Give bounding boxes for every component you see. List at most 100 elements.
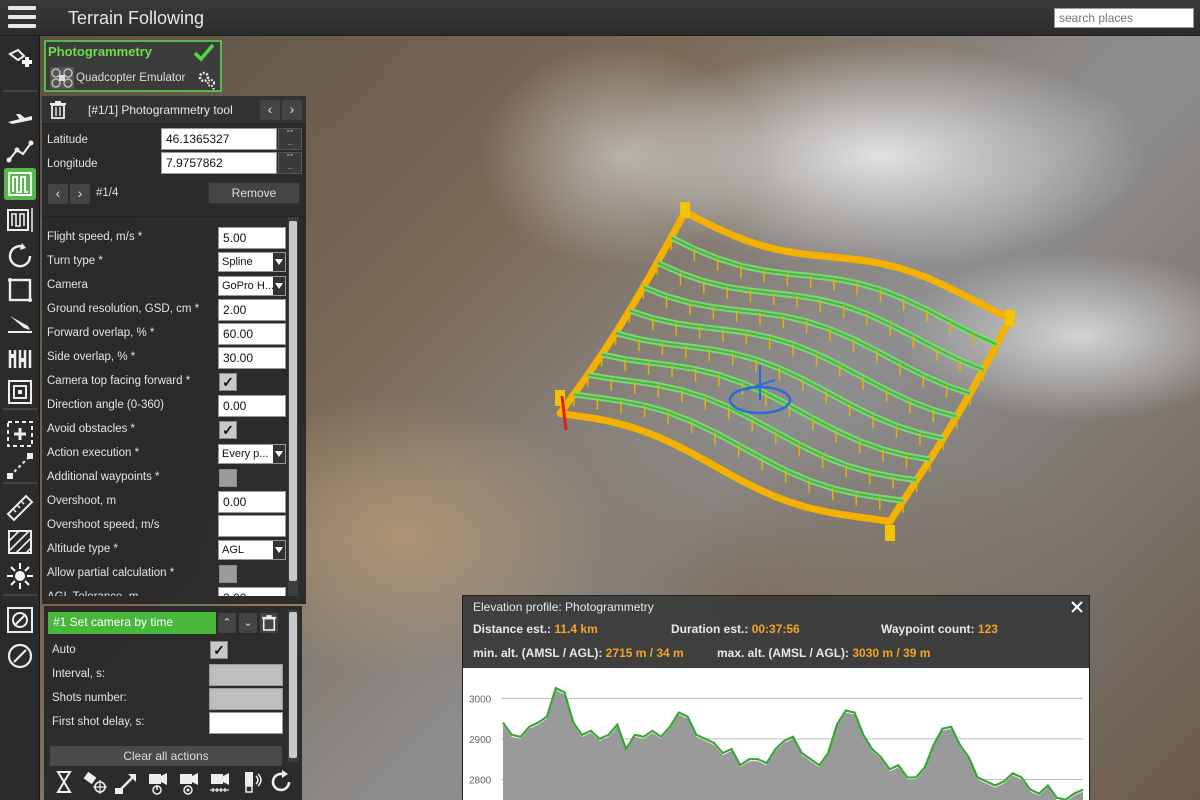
elevation-chart[interactable]: 3000290028002700 [463,668,1089,800]
corner-vertex-marker[interactable] [1005,310,1015,326]
area-scan-tool[interactable] [4,204,36,236]
param-select[interactable]: AGL [218,540,286,560]
ruler-tool[interactable] [4,492,36,524]
action-checkbox[interactable]: ✓ [210,641,228,659]
param-label: Turn type * [47,255,103,267]
gears-icon[interactable] [196,69,218,91]
param-input[interactable] [218,323,286,345]
sun-tool[interactable] [4,560,36,592]
sun-icon [7,563,33,589]
move-action-up-button[interactable]: ⌃ [218,613,236,633]
toolbar-divider [3,408,37,410]
panorama-button[interactable] [236,768,264,796]
camera-attitude-button[interactable] [112,768,140,796]
hatch-area-tool[interactable] [4,526,36,558]
disable-tool[interactable] [4,640,36,672]
tool-panel-header: [#1/1] Photogrammetry tool ‹ › [42,96,306,124]
photogrammetry-tool[interactable] [4,168,36,200]
chevron-down-icon [273,541,285,559]
param-checkbox[interactable] [219,469,237,487]
wait-icon [56,771,72,793]
previous-tool-button[interactable]: ‹ [260,100,280,120]
max-altitude-stat: max. alt. (AMSL / AGL): 3030 m / 39 m [717,646,931,660]
longitude-input[interactable] [161,152,277,174]
chevron-down-icon [273,253,285,271]
quadcopter-icon [50,67,74,89]
move-action-down-button[interactable]: ⌄ [239,613,257,633]
param-input[interactable] [218,227,286,249]
chevron-down-icon [273,445,285,463]
repeat-icon [271,770,291,792]
param-label: Flight speed, m/s * [47,231,143,243]
next-tool-button[interactable]: › [282,100,302,120]
param-checkbox[interactable]: ✓ [219,373,237,391]
param-input[interactable] [218,587,286,596]
waypoint-route-tool[interactable] [4,136,36,168]
search-places-input[interactable] [1054,8,1194,28]
chevron-down-icon [273,277,285,295]
camera-trigger-distance-button[interactable] [174,768,202,796]
action-input[interactable] [209,688,283,710]
camera-target-button[interactable] [81,768,109,796]
param-label: Forward overlap, % * [47,327,155,339]
tool-panel-title: [#1/1] Photogrammetry tool [88,103,233,117]
parameters-scrollbar[interactable] [288,217,298,596]
camera-control-button[interactable] [143,768,171,796]
mission-header[interactable]: Photogrammetry Quadcopter Emulator [44,40,222,92]
takeoff-tool[interactable] [4,102,36,134]
path-edit-tool[interactable] [4,450,36,482]
wait-button[interactable] [50,768,78,796]
no-fly-zone-tool[interactable] [4,604,36,636]
add-vehicle-icon [8,48,32,67]
circle-icon [8,243,32,268]
param-input[interactable] [218,299,286,321]
actions-scroll-thumb[interactable] [289,612,297,758]
perimeter-tool[interactable] [4,274,36,306]
flight-route-overlay[interactable] [540,190,1040,570]
delete-action-icon[interactable] [260,613,278,633]
close-icon[interactable] [1069,599,1085,615]
repeat-button[interactable] [267,768,295,796]
param-checkbox[interactable]: ✓ [219,421,237,439]
zoom-region-tool[interactable] [4,418,36,450]
param-input[interactable] [218,395,286,417]
param-select[interactable]: Spline [218,252,286,272]
action-input[interactable] [209,664,283,686]
add-vehicle-tool[interactable] [4,44,36,76]
latitude-label: Latitude [47,134,88,146]
latitude-format-button[interactable]: °'"... [278,128,302,150]
param-select-value: Every p... [222,448,269,460]
longitude-format-button[interactable]: °'"... [278,152,302,174]
action-header[interactable]: #1 Set camera by time [48,612,216,634]
param-select[interactable]: Every p... [218,444,286,464]
perimeter-icon [8,278,32,302]
camera-attitude-icon [115,774,136,794]
corner-vertex-marker[interactable] [680,202,690,218]
camera-trigger-time-button[interactable] [205,768,233,796]
facade-scan-tool[interactable] [4,342,36,374]
hamburger-menu-icon[interactable] [8,6,36,30]
corner-vertex-marker[interactable] [885,525,895,541]
photogrammetry-icon [8,172,32,196]
param-input[interactable] [218,491,286,513]
action-input[interactable] [209,712,283,734]
landing-tool[interactable] [4,308,36,340]
actions-scrollbar[interactable] [288,610,298,762]
next-vertex-button[interactable]: › [70,184,90,204]
previous-vertex-button[interactable]: ‹ [48,184,68,204]
parameters-scroll-thumb[interactable] [289,221,297,581]
latitude-input[interactable] [161,128,277,150]
trash-icon[interactable] [50,101,66,119]
param-select[interactable]: GoPro H... [218,276,286,296]
circle-tool[interactable] [4,240,36,272]
param-input[interactable] [218,347,286,369]
param-label: Camera top facing forward * [47,375,191,387]
param-checkbox[interactable] [219,565,237,583]
clear-all-actions-button[interactable]: Clear all actions [50,746,282,766]
param-input[interactable] [218,515,286,537]
action-bar [44,766,302,800]
spiral-tool[interactable] [4,376,36,408]
path-edit-icon [7,453,33,479]
param-select-value: Spline [222,256,253,268]
remove-vertex-button[interactable]: Remove [208,182,300,204]
